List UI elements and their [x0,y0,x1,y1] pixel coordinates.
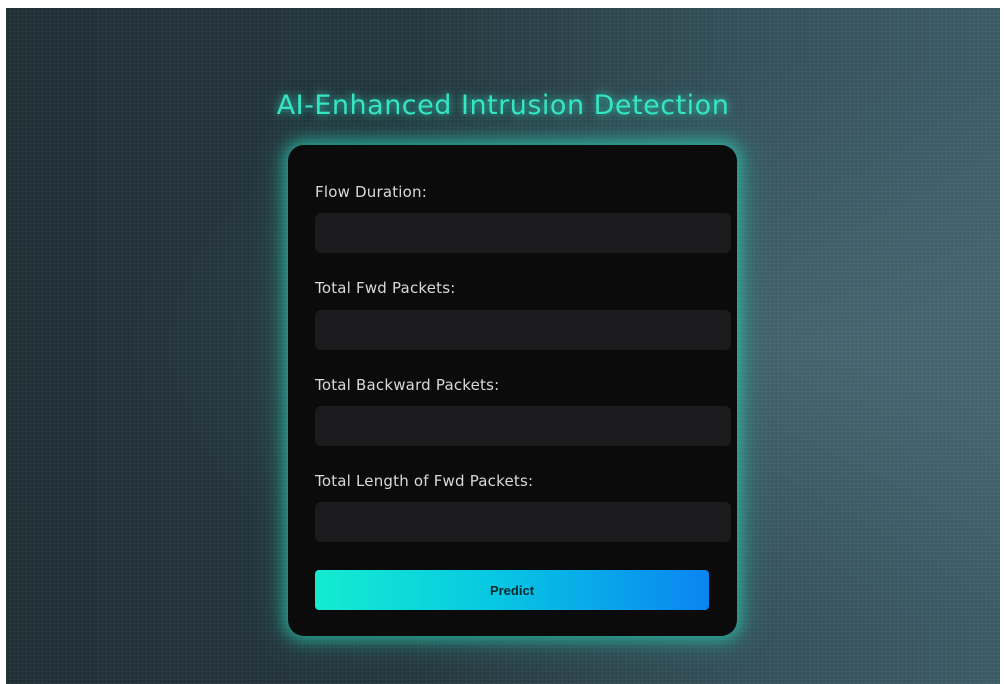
flow-duration-label: Flow Duration: [315,183,428,201]
page-title: AI-Enhanced Intrusion Detection [276,90,730,121]
prediction-form: Flow Duration: Total Fwd Packets: Total … [288,145,737,636]
total-length-fwd-packets-label: Total Length of Fwd Packets: [315,472,534,490]
total-backward-packets-label: Total Backward Packets: [315,376,500,394]
total-length-fwd-packets-input[interactable] [315,502,731,542]
total-fwd-packets-input[interactable] [315,310,731,350]
total-backward-packets-input[interactable] [315,406,731,446]
flow-duration-input[interactable] [315,213,731,253]
app-viewport: AI-Enhanced Intrusion Detection Flow Dur… [6,8,1000,684]
predict-button[interactable]: Predict [315,570,709,610]
total-fwd-packets-label: Total Fwd Packets: [315,279,456,297]
